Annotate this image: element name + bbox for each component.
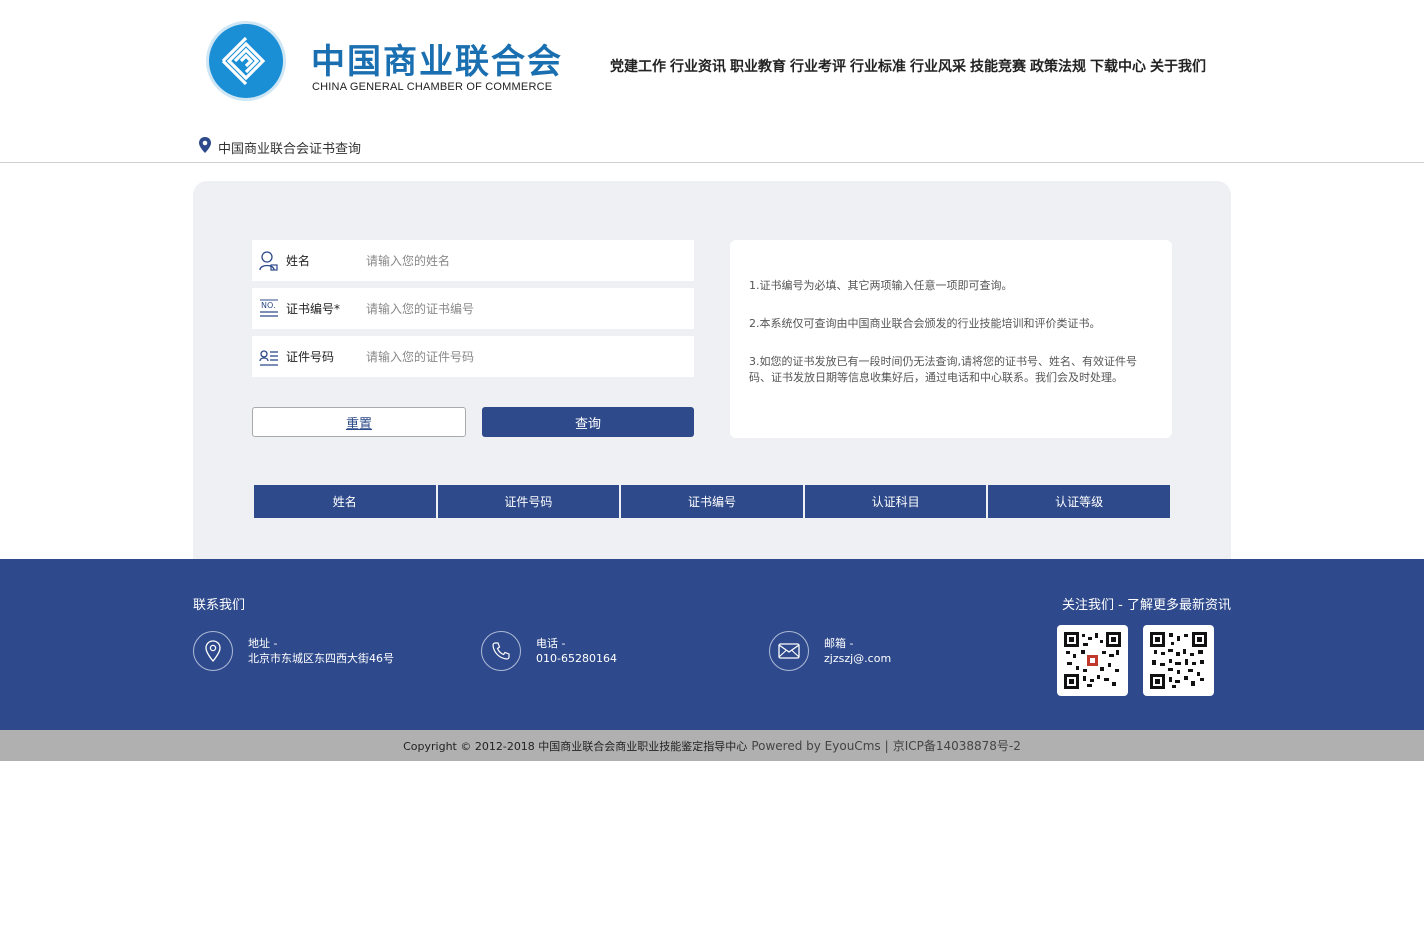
name-field: 姓名 (252, 240, 694, 281)
phone-label: 电话 - (536, 637, 566, 650)
header-divider (0, 162, 1424, 163)
copyright-text: Copyright © 2012-2018 中国商业联合会商业职业技能鉴定指导中… (403, 739, 748, 753)
user-icon (252, 250, 286, 272)
name-input[interactable] (366, 253, 666, 268)
note-item: 1.证书编号为必填、其它两项输入任意一项即可查询。 (749, 279, 1013, 292)
nav-item-assessment[interactable]: 行业考评 (790, 56, 846, 76)
nav-item-education[interactable]: 职业教育 (730, 56, 786, 76)
nav-item-news[interactable]: 行业资讯 (670, 56, 726, 76)
id-field: 证件号码 (252, 336, 694, 377)
nav-item-standards[interactable]: 行业标准 (850, 56, 906, 76)
breadcrumb: 中国商业联合会证书查询 (198, 137, 361, 157)
qr-code-icon (1143, 625, 1214, 696)
cert-no-field: NO. 证书编号* (252, 288, 694, 329)
cert-no-input[interactable] (366, 301, 666, 316)
cert-no-label: 证书编号* (286, 302, 341, 316)
id-input[interactable] (366, 349, 666, 364)
number-icon: NO. (252, 298, 286, 320)
column-header-id: 证件号码 (437, 485, 620, 518)
map-pin-icon (193, 631, 233, 671)
address-value: 北京市东城区东四西大街46号 (248, 652, 394, 665)
address-label: 地址 - (248, 637, 278, 650)
id-label: 证件号码 (286, 350, 335, 364)
copyright-bar: Copyright © 2012-2018 中国商业联合会商业职业技能鉴定指导中… (0, 730, 1424, 761)
nav-item-showcase[interactable]: 行业风采 (910, 56, 966, 76)
powered-by-link[interactable]: Powered by EyouCms (751, 739, 880, 753)
contact-email: 邮箱 - zjzszj@.com (769, 631, 891, 671)
nav-item-competition[interactable]: 技能竞赛 (970, 56, 1026, 76)
qr-code-icon (1057, 625, 1128, 696)
column-header-name: 姓名 (254, 485, 436, 518)
nav-item-about[interactable]: 关于我们 (1150, 56, 1206, 76)
mail-icon (769, 631, 809, 671)
column-header-level: 认证等级 (988, 485, 1170, 518)
notes-box: 1.证书编号为必填、其它两项输入任意一项即可查询。 2.本系统仅可查询由中国商业… (730, 240, 1172, 438)
nav-item-download[interactable]: 下载中心 (1090, 56, 1146, 76)
logo-title-cn: 中国商业联合会 (311, 42, 563, 82)
column-header-subject: 认证科目 (804, 485, 987, 518)
phone-value: 010-65280164 (536, 652, 617, 665)
follow-title: 关注我们 - 了解更多最新资讯 (1062, 598, 1231, 613)
name-label: 姓名 (286, 254, 311, 268)
contact-address: 地址 - 北京市东城区东四西大街46号 (193, 631, 394, 671)
query-button[interactable]: 查询 (482, 407, 694, 437)
column-header-cert-no: 证书编号 (621, 485, 803, 518)
logo-title-en: CHINA GENERAL CHAMBER OF COMMERCE (312, 81, 553, 93)
svg-text:NO.: NO. (261, 301, 276, 310)
copyright-separator: | (884, 738, 889, 753)
main-nav: 党建工作 行业资讯 职业教育 行业考评 行业标准 行业风采 技能竞赛 政策法规 … (610, 56, 1206, 76)
email-value[interactable]: zjzszj@.com (824, 651, 891, 666)
results-table-header: 姓名 证件号码 证书编号 认证科目 认证等级 (254, 485, 1170, 518)
contact-title: 联系我们 (193, 598, 246, 613)
note-item: 2.本系统仅可查询由中国商业联合会颁发的行业技能培训和评价类证书。 (749, 317, 1101, 330)
icp-link[interactable]: 京ICP备14038878号-2 (893, 737, 1021, 754)
reset-button[interactable]: 重置 (252, 407, 466, 437)
site-footer: 联系我们 关注我们 - 了解更多最新资讯 地址 - 北京市东城区东四西大街46号… (0, 559, 1424, 730)
note-item: 3.如您的证书发放已有一段时间仍无法查询,请将您的证书号、姓名、有效证件号码、证… (749, 355, 1137, 384)
contact-phone: 电话 - 010-65280164 (481, 631, 617, 671)
site-header: 中国商业联合会 CHINA GENERAL CHAMBER OF COMMERC… (0, 0, 1424, 125)
phone-icon (481, 631, 521, 671)
nav-item-policy[interactable]: 政策法规 (1030, 56, 1086, 76)
email-label: 邮箱 - (824, 637, 854, 650)
id-card-icon (252, 346, 286, 368)
logo-icon[interactable] (209, 24, 283, 98)
location-pin-icon (198, 137, 212, 157)
nav-item-party[interactable]: 党建工作 (610, 56, 666, 76)
breadcrumb-text[interactable]: 中国商业联合会证书查询 (218, 138, 361, 157)
